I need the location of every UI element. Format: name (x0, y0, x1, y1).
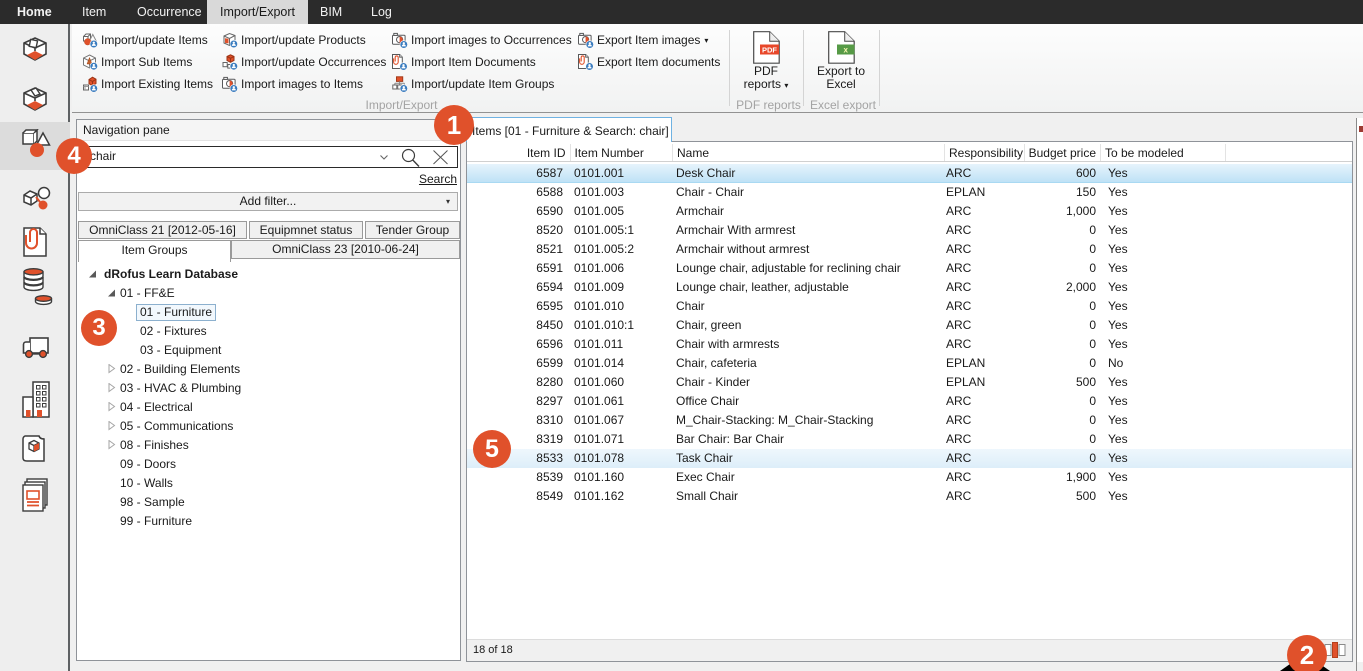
svg-text:PDF: PDF (762, 46, 777, 55)
svg-text:x: x (843, 46, 848, 55)
